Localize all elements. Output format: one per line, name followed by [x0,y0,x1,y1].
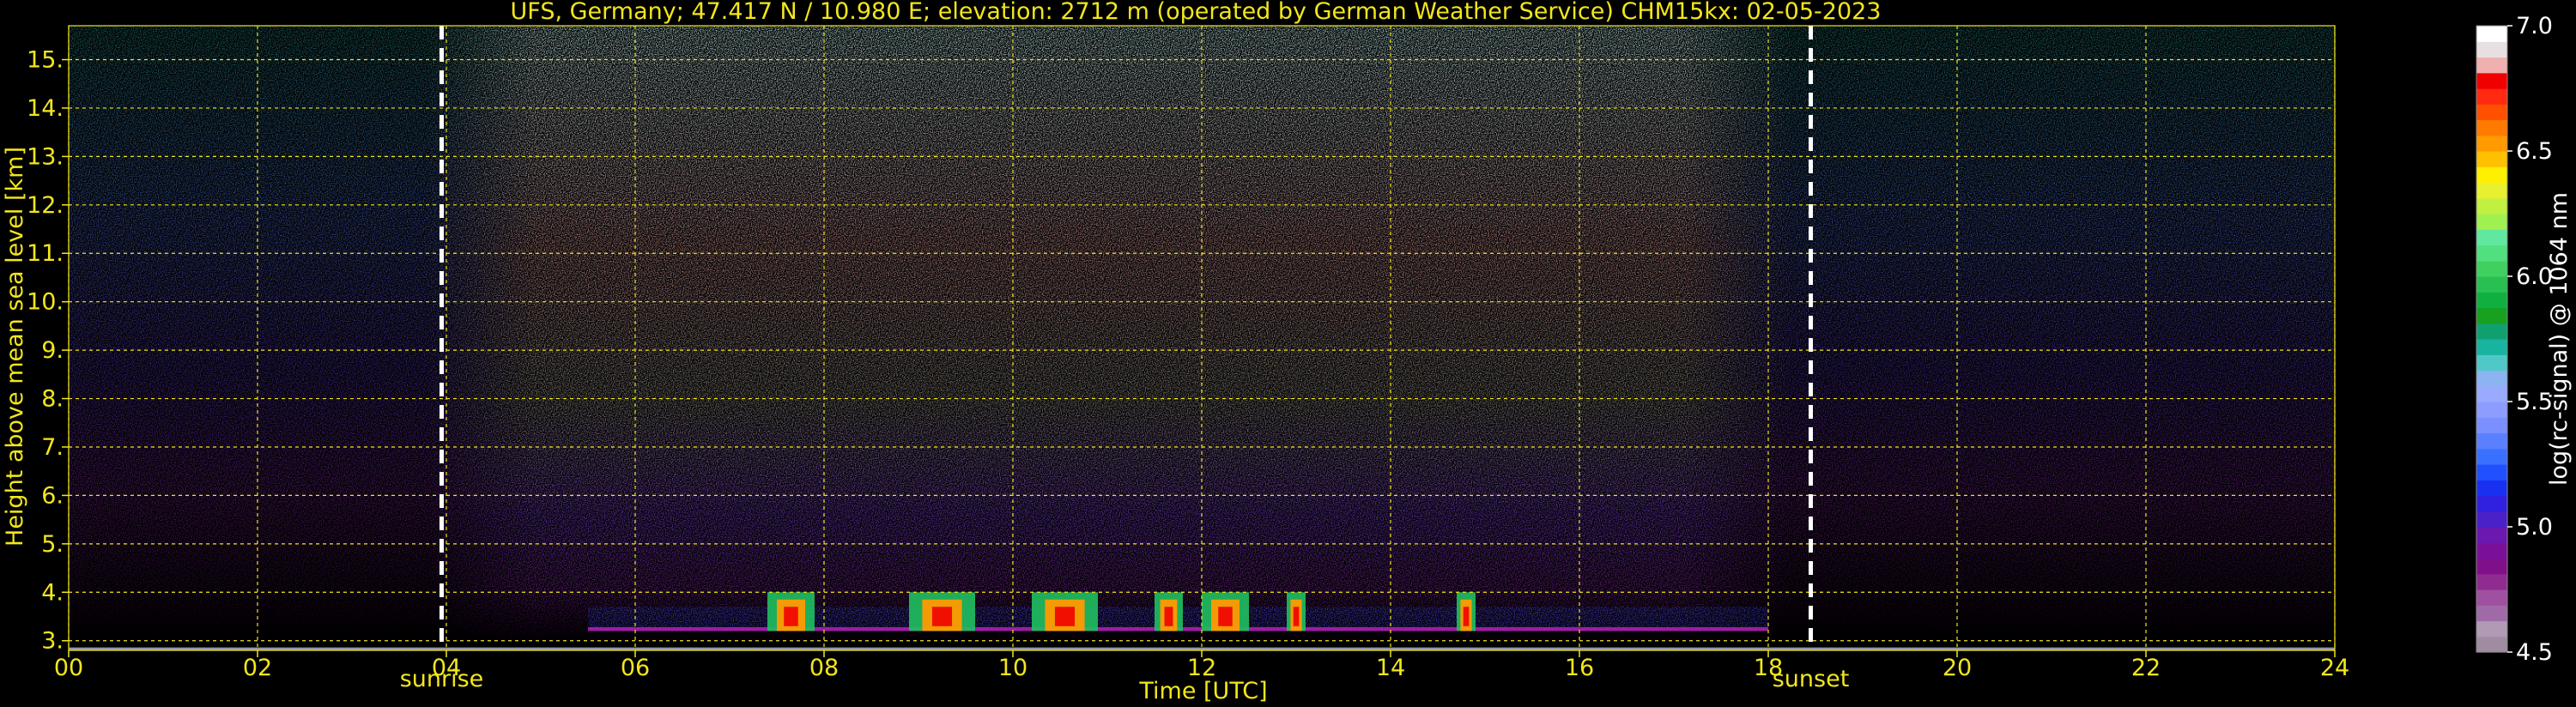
colorbar-swatch [2476,166,2507,184]
y-tick-label: 7. [41,434,64,461]
y-tick-label: 5. [41,531,64,558]
y-axis-ticks: 3. 4. 5. 6. 7. 8. 9. 10. 11. 12. 13. 14. 15. [27,47,69,655]
colorbar-swatch [2476,370,2507,387]
colorbar-swatch [2476,605,2507,622]
daytime-signal-field [424,26,1794,650]
x-axis-label: Time [UTC] [1138,678,1267,704]
colorbar-tick-label: 5.0 [2516,514,2553,541]
y-tick-label: 11. [27,240,64,267]
colorbar-swatch [2476,104,2507,121]
colorbar-swatch [2476,432,2507,450]
strong-return-peak-3 [1054,607,1076,626]
y-tick-label: 9. [41,337,64,364]
x-axis-ticks: 00 02 04 06 08 10 12 14 16 18 20 22 24 [54,650,2349,681]
colorbar-swatch [2476,88,2507,105]
colorbar-swatch [2476,182,2507,199]
strong-return-peak-1 [784,607,798,626]
chart-title: UFS, Germany; 47.417 N / 10.980 E; eleva… [511,0,1882,25]
y-tick-label: 6. [41,482,64,509]
colorbar-swatch [2476,542,2507,559]
colorbar-swatch [2476,57,2507,74]
y-tick-label: 12. [27,192,64,219]
x-tick-label: 20 [1943,655,1972,681]
colorbar-label: log(rc-signal) @ 1064 nm [2546,192,2573,486]
colorbar-swatch [2476,402,2507,418]
colorbar-swatch [2476,417,2507,434]
colorbar-tick-label: 4.5 [2516,639,2553,666]
y-tick-label: 14. [27,95,64,122]
colorbar-swatch [2476,26,2507,42]
y-tick-label: 15. [27,47,64,74]
strong-return-peak-6 [1293,607,1300,626]
x-tick-label: 14 [1376,655,1405,681]
y-tick-label: 10. [27,289,64,316]
colorbar-swatch [2476,276,2507,293]
colorbar-swatch [2476,72,2507,89]
colorbar-swatch [2476,527,2507,543]
colorbar-swatch [2476,229,2507,246]
colorbar-swatch [2476,480,2507,497]
x-tick-label: 04 [432,655,461,681]
colorbar-tick-label: 6.5 [2516,138,2553,165]
colorbar-swatch [2476,41,2507,58]
y-tick-label: 13. [27,143,64,170]
x-tick-label: 06 [621,655,650,681]
colorbar-swatch [2476,385,2507,402]
colorbar: 4.55.05.56.06.57.0 [2476,13,2553,666]
colorbar-swatch [2476,214,2507,230]
x-tick-label: 10 [998,655,1027,681]
strong-return-peak-5 [1218,607,1233,626]
x-tick-label: 18 [1754,655,1783,681]
y-tick-label: 4. [41,579,64,606]
colorbar-swatch [2476,464,2507,480]
y-tick-label: 8. [41,386,64,413]
x-tick-label: 00 [54,655,83,681]
colorbar-swatch [2476,448,2507,465]
x-tick-label: 08 [809,655,839,681]
strong-return-peak-4 [1164,607,1173,626]
colorbar-swatch [2476,511,2507,528]
strong-return-peak-2 [931,607,953,626]
colorbar-swatch [2476,620,2507,638]
sunset-label: sunset [1773,666,1850,692]
colorbar-swatch [2476,573,2507,590]
x-tick-label: 02 [243,655,272,681]
colorbar-swatch [2476,119,2507,136]
strong-return-peak-7 [1463,607,1470,626]
y-tick-label: 3. [41,628,64,655]
colorbar-swatch [2476,135,2507,152]
x-tick-label: 22 [2131,655,2161,681]
colorbar-swatch [2476,589,2507,606]
colorbar-swatch [2476,636,2507,653]
colorbar-swatch [2476,151,2507,167]
colorbar-swatch [2476,495,2507,512]
ceilometer-chart: sunrise sunset 00 02 04 06 08 10 12 14 16 18 20 22 24… [2,0,2573,704]
x-tick-label: 16 [1565,655,1594,681]
x-tick-label: 24 [2320,655,2349,681]
colorbar-swatch [2476,292,2507,309]
colorbar-tick-label: 7.0 [2516,13,2553,39]
colorbar-swatch [2476,260,2507,277]
y-axis-label: Height above mean sea level [km] [2,147,28,547]
colorbar-swatch [2476,354,2507,372]
colorbar-swatch [2476,197,2507,215]
colorbar-swatch [2476,339,2507,355]
colorbar-swatch [2476,307,2507,324]
colorbar-swatch [2476,558,2507,575]
colorbar-swatch [2476,323,2507,340]
colorbar-swatch [2476,245,2507,262]
